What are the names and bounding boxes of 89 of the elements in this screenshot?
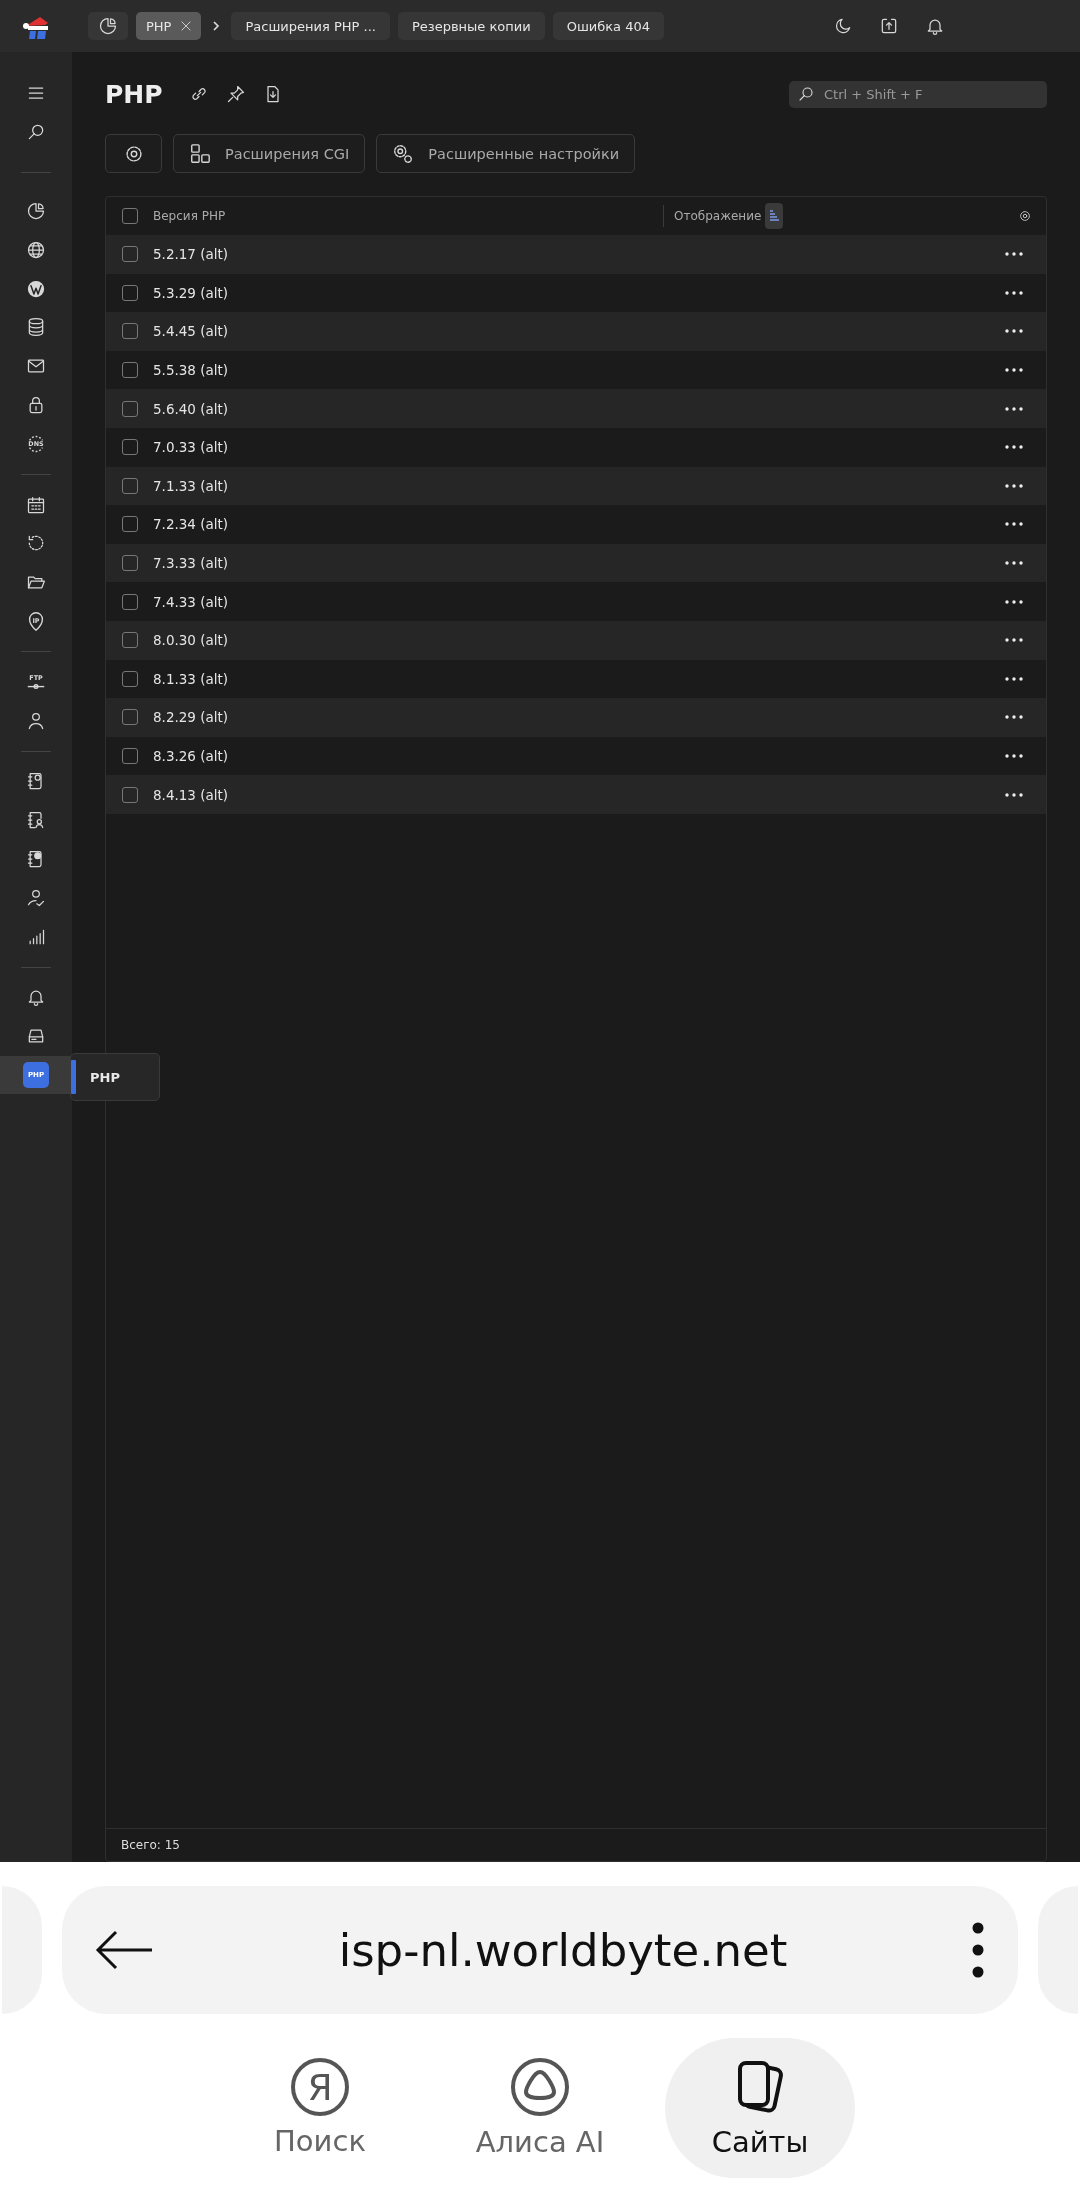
nav-item[interactable]: Я Поиск bbox=[225, 2038, 415, 2178]
more-icon[interactable] bbox=[1005, 252, 1023, 257]
address-bar[interactable]: isp-nl.worldbyte.net bbox=[62, 1886, 1018, 2014]
search-field[interactable]: Ctrl + Shift + F bbox=[789, 80, 1047, 108]
database-icon[interactable] bbox=[26, 317, 46, 338]
table-cell-text: 7.0.33 (alt) bbox=[153, 439, 230, 456]
dashboard-tab[interactable] bbox=[88, 12, 128, 40]
table-cell-text: 7.3.33 (alt) bbox=[153, 555, 230, 572]
table-cell-text: 8.0.30 (alt) bbox=[153, 632, 230, 649]
more-icon[interactable] bbox=[1005, 406, 1023, 411]
toolbar-button[interactable]: Расширения CGI bbox=[173, 134, 366, 173]
more-icon[interactable] bbox=[1005, 445, 1023, 450]
row-checkbox[interactable] bbox=[121, 323, 138, 340]
more-icon[interactable] bbox=[1005, 792, 1023, 797]
back-icon[interactable] bbox=[94, 1930, 154, 1970]
table-cell-text: 7.2.34 (alt) bbox=[153, 516, 230, 533]
table-cell-text: 5.4.45 (alt) bbox=[153, 323, 230, 340]
table-cell-text: 8.1.33 (alt) bbox=[153, 670, 230, 687]
close-icon[interactable] bbox=[179, 19, 194, 33]
search-icon bbox=[797, 84, 815, 103]
more-icon[interactable] bbox=[1005, 329, 1023, 334]
url-text: isp-nl.worldbyte.net bbox=[337, 1923, 789, 1977]
chevron-icon bbox=[211, 20, 222, 32]
table-cell-text: 7.4.33 (alt) bbox=[153, 593, 230, 610]
row-checkbox[interactable] bbox=[121, 632, 138, 649]
pie-chart-icon[interactable] bbox=[26, 201, 46, 221]
row-checkbox[interactable] bbox=[121, 400, 138, 417]
more-icon[interactable] bbox=[1005, 676, 1023, 681]
nav-item[interactable]: Сайты bbox=[665, 2038, 855, 2178]
table-cell-text: 8.2.29 (alt) bbox=[153, 709, 230, 726]
nav-item[interactable]: Алиса AI bbox=[445, 2038, 635, 2178]
blocks-icon bbox=[189, 142, 211, 165]
more-icon[interactable] bbox=[1005, 638, 1023, 643]
settings-button[interactable] bbox=[105, 134, 162, 173]
row-checkbox[interactable] bbox=[121, 709, 138, 726]
more-icon[interactable] bbox=[1005, 522, 1023, 527]
tab[interactable]: Резервные копии bbox=[397, 12, 545, 40]
row-checkbox[interactable] bbox=[121, 593, 138, 610]
moon-icon[interactable] bbox=[833, 16, 853, 36]
row-checkbox[interactable] bbox=[121, 748, 138, 764]
more-icon[interactable] bbox=[1005, 483, 1023, 488]
more-icon[interactable] bbox=[972, 1922, 984, 1978]
row-checkbox[interactable] bbox=[121, 246, 138, 263]
tab[interactable]: Расширения PHP ... bbox=[231, 12, 390, 40]
toolbar-button[interactable]: Расширенные настройки bbox=[376, 134, 636, 173]
more-icon[interactable] bbox=[1005, 754, 1023, 758]
user-check-icon[interactable] bbox=[26, 887, 46, 908]
table-cell-text: 5.3.29 (alt) bbox=[153, 284, 230, 301]
table-cell-text: 5.6.40 (alt) bbox=[153, 400, 230, 417]
column-header: Версия PHP bbox=[153, 209, 227, 223]
row-checkbox[interactable] bbox=[121, 284, 138, 301]
user-icon[interactable] bbox=[26, 710, 46, 731]
row-checkbox[interactable] bbox=[121, 555, 138, 572]
row-checkbox[interactable] bbox=[121, 439, 138, 456]
search-logo-icon: Я bbox=[291, 2058, 349, 2116]
globe-icon[interactable] bbox=[26, 239, 46, 260]
sort-icon bbox=[769, 210, 780, 222]
tab[interactable]: PHP bbox=[136, 12, 202, 40]
more-icon[interactable] bbox=[1005, 715, 1023, 720]
tooltip: PHP bbox=[70, 1053, 160, 1101]
ring-icon bbox=[510, 2057, 570, 2117]
page-title: PHP bbox=[105, 79, 163, 109]
tab[interactable]: Ошибка 404 bbox=[552, 12, 665, 40]
table-cell-text: 5.5.38 (alt) bbox=[153, 362, 230, 379]
more-icon[interactable] bbox=[1005, 290, 1023, 295]
more-icon[interactable] bbox=[1005, 561, 1023, 566]
row-checkbox[interactable] bbox=[121, 477, 138, 494]
row-checkbox[interactable] bbox=[121, 786, 138, 803]
pin-icon[interactable] bbox=[225, 84, 246, 104]
notebook-user-icon[interactable] bbox=[26, 810, 46, 831]
more-icon[interactable] bbox=[1005, 599, 1023, 604]
pie-chart-icon bbox=[98, 16, 118, 36]
column-header: Отображение bbox=[674, 209, 762, 223]
table-cell-text: 5.2.17 (alt) bbox=[153, 246, 230, 263]
row-checkbox[interactable] bbox=[121, 362, 138, 379]
table-cell-text: 8.4.13 (alt) bbox=[153, 786, 230, 803]
row-checkbox[interactable] bbox=[121, 516, 138, 533]
total-count: Всего: 15 bbox=[121, 1838, 180, 1852]
wordpress-icon[interactable] bbox=[26, 278, 46, 299]
more-icon[interactable] bbox=[1005, 368, 1023, 373]
select-all-checkbox[interactable] bbox=[121, 208, 138, 224]
upload-icon[interactable] bbox=[879, 16, 899, 36]
table-cell-text: 7.1.33 (alt) bbox=[153, 477, 230, 494]
settings-icon[interactable] bbox=[1018, 209, 1032, 223]
gears-icon bbox=[392, 142, 415, 165]
sort-button[interactable] bbox=[765, 203, 784, 229]
row-checkbox[interactable] bbox=[121, 670, 138, 687]
calendar-icon[interactable] bbox=[26, 494, 46, 515]
table-cell-text: 8.3.26 (alt) bbox=[153, 748, 230, 764]
